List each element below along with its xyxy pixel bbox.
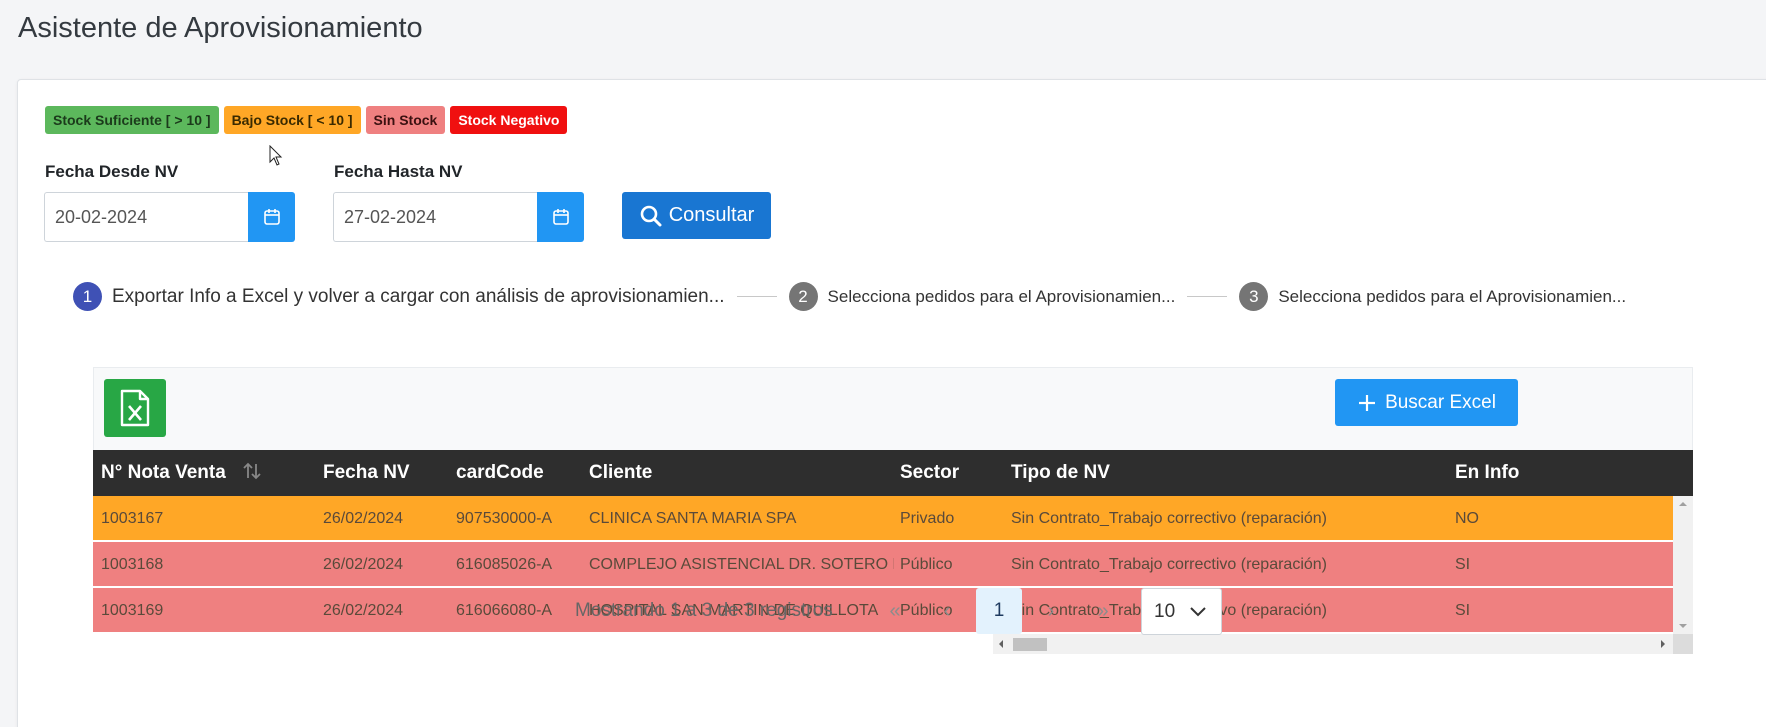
horizontal-scroll-thumb[interactable] [1013, 638, 1047, 651]
calendar-icon [552, 209, 569, 225]
table-header: N° Nota Venta Fecha NV cardCode Cliente … [93, 450, 1693, 496]
to-date-calendar-button[interactable] [537, 192, 584, 242]
prev-page-button[interactable]: ‹ [924, 588, 970, 634]
step-1[interactable]: 1 Exportar Info a Excel y volver a carga… [73, 282, 725, 311]
export-excel-button[interactable] [104, 379, 166, 437]
cell-cliente: CLINICA SANTA MARIA SPA [589, 510, 797, 527]
cell-tipo-nv: Sin Contrato_Trabajo correctivo (reparac… [1011, 510, 1327, 527]
column-header-en-info[interactable]: En Info [1455, 450, 1519, 496]
buscar-excel-label: Buscar Excel [1385, 391, 1496, 413]
scroll-left-arrow-icon[interactable] [995, 634, 1007, 654]
first-page-button[interactable]: « [872, 588, 918, 634]
legend-badge-bajo-stock: Bajo Stock [ < 10 ] [223, 106, 361, 134]
from-date-label: Fecha Desde NV [45, 162, 179, 181]
step-3-number: 3 [1239, 282, 1269, 311]
calendar-icon [263, 209, 280, 225]
to-date-group [333, 192, 584, 242]
step-3-label: Selecciona pedidos para el Aprovisionami… [1278, 286, 1627, 306]
pagination: Mostrando 1 a 3 de 3 registros « ‹ 1 › »… [0, 580, 1766, 635]
page-button-current[interactable]: 1 [976, 588, 1022, 634]
table-row[interactable]: 1003167 26/02/2024 907530000-A CLINICA S… [93, 496, 1673, 541]
column-header-tipo-nv[interactable]: Tipo de NV [1011, 450, 1110, 496]
consult-button-label: Consultar [668, 204, 755, 226]
cell-nota-venta: 1003167 [101, 510, 164, 527]
column-header-fecha-nv[interactable]: Fecha NV [323, 450, 410, 496]
column-header-cardcode[interactable]: cardCode [456, 450, 544, 496]
column-header-label: N° Nota Venta [101, 462, 226, 483]
step-3[interactable]: 3 Selecciona pedidos para el Aprovisiona… [1239, 282, 1626, 311]
sort-icon [243, 462, 261, 480]
step-2-label: Selecciona pedidos para el Aprovisionami… [827, 286, 1176, 306]
cell-sector: Privado [900, 510, 955, 527]
column-header-sector[interactable]: Sector [900, 450, 959, 496]
excel-file-icon [120, 389, 150, 427]
page-title: Asistente de Aprovisionamiento [18, 12, 423, 44]
stepper: 1 Exportar Info a Excel y volver a carga… [73, 282, 1626, 311]
to-date-input[interactable] [333, 192, 537, 242]
scroll-up-arrow-icon[interactable] [1673, 498, 1693, 510]
page-size-select[interactable]: 10 [1141, 588, 1222, 635]
plus-icon [1359, 394, 1376, 411]
step-1-number: 1 [73, 282, 102, 311]
step-connector [1187, 296, 1228, 297]
column-header-nota-venta[interactable]: N° Nota Venta [101, 450, 263, 496]
pagination-info: Mostrando 1 a 3 de 3 registros [575, 600, 833, 621]
next-page-button[interactable]: › [1028, 588, 1074, 634]
step-2[interactable]: 2 Selecciona pedidos para el Aprovisiona… [788, 282, 1176, 311]
page-size-value: 10 [1154, 600, 1176, 622]
consult-button[interactable]: Consultar [622, 192, 771, 239]
legend-badge-sin-stock: Sin Stock [365, 106, 446, 134]
from-date-input[interactable] [44, 192, 248, 242]
from-date-group [44, 192, 295, 242]
from-date-calendar-button[interactable] [248, 192, 295, 242]
app-page: Asistente de Aprovisionamiento Stock Suf… [0, 0, 1766, 727]
search-icon [640, 205, 662, 226]
last-page-button[interactable]: » [1080, 588, 1126, 634]
scrollbar-corner [1673, 634, 1693, 654]
legend-badge-stock-negativo: Stock Negativo [450, 106, 568, 134]
cell-en-info: NO [1455, 510, 1479, 527]
step-connector [736, 296, 777, 297]
chevron-down-icon [1190, 606, 1206, 616]
column-header-cliente[interactable]: Cliente [589, 450, 652, 496]
step-2-number: 2 [788, 282, 818, 311]
cell-fecha-nv: 26/02/2024 [323, 510, 404, 527]
mouse-cursor-icon [269, 145, 283, 166]
grid-toolbar: Buscar Excel [93, 367, 1693, 450]
horizontal-scrollbar[interactable] [993, 634, 1693, 654]
scroll-right-arrow-icon[interactable] [1657, 634, 1669, 654]
to-date-label: Fecha Hasta NV [334, 162, 463, 181]
legend-badge-stock-suficiente: Stock Suficiente [ > 10 ] [45, 106, 219, 134]
step-1-label: Exportar Info a Excel y volver a cargar … [112, 285, 725, 307]
cell-cardcode: 907530000-A [456, 510, 553, 527]
buscar-excel-button[interactable]: Buscar Excel [1335, 379, 1518, 426]
stock-legend: Stock Suficiente [ > 10 ] Bajo Stock [ <… [45, 106, 568, 134]
